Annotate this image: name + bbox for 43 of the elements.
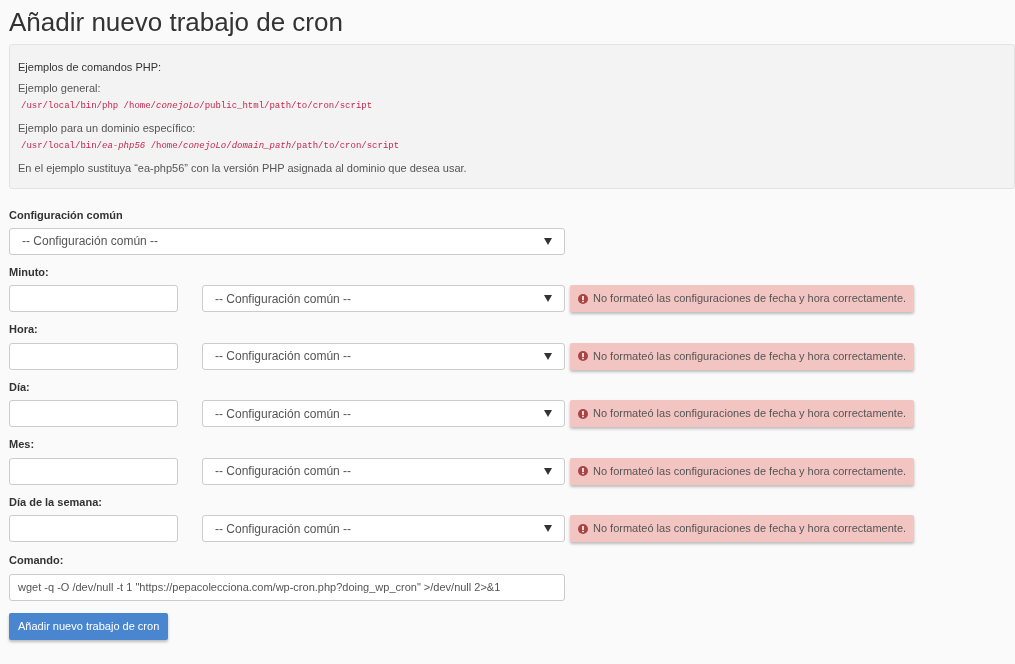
dropdown[interactable]: -- Configuración común -- [202,457,565,485]
error-icon [578,408,588,419]
field-label: Día de la semana: [9,494,103,510]
input-field[interactable] [9,285,178,312]
error-text: No formateó las configuraciones de fecha y hora correctamente. [593,463,907,479]
field-label: Hora: [9,322,39,337]
field-label: Configuración común [9,208,124,223]
example-label: Ejemplo para un dominio específico: [18,120,197,136]
error-text: No formateó las configuraciones de fecha y hora correctamente. [593,406,907,422]
dropdown[interactable]: -- Configuración común -- [202,400,565,427]
dropdown-caret-icon [544,525,552,532]
error-text: No formateó las configuraciones de fecha y hora correctamente. [593,521,907,537]
error-icon [578,351,588,361]
dropdown[interactable]: -- Configuración común -- [9,227,565,255]
field-label: Mes: [9,437,36,452]
error-text: No formateó las configuraciones de fecha y hora correctamente. [593,291,907,307]
example-label: Ejemplo general: [18,80,102,96]
dropdown[interactable]: -- Configuración común -- [202,285,565,312]
error-text: No formateó las configuraciones de fecha y hora correctamente. [593,348,907,364]
error-icon [578,523,588,534]
dropdown[interactable]: -- Configuración común -- [202,342,565,370]
input-field[interactable] [9,457,178,485]
dropdown-caret-icon [544,467,552,475]
example-code: /usr/local/bin/ea-php56 /home/conejoLo/domain_path/path/to/cron/script [20,140,401,153]
submit-button[interactable]: Añadir nuevo trabajo de cron [9,612,169,640]
error-icon [578,466,588,476]
field-label: Minuto: [9,264,50,280]
dropdown[interactable]: -- Configuración común -- [202,515,565,542]
field-label: Día: [9,379,31,395]
examples-note: En el ejemplo sustituya “ea-php56” con la versión PHP asignada al dominio que desea usar. [18,160,468,176]
command-field[interactable]: wget -q -O /dev/null -t 1 "https://pepacolecciona.com/wp-cron.php?doing_wp_cron" >/dev/null 2>&1 [9,573,565,601]
input-field[interactable] [9,400,178,427]
error-icon [578,293,588,304]
examples-heading: Ejemplos de comandos PHP: [18,60,163,75]
dropdown-caret-icon [544,237,552,245]
dropdown-caret-icon [544,410,552,417]
dropdown-caret-icon [544,352,552,360]
page-title: Añadir nuevo trabajo de cron [9,6,344,38]
field-label: Comando: [9,553,65,568]
example-code: /usr/local/bin/php /home/conejoLo/public_html/path/to/cron/script [20,100,374,113]
input-field[interactable] [9,342,178,370]
dropdown-caret-icon [544,295,552,302]
input-field[interactable] [9,515,178,542]
